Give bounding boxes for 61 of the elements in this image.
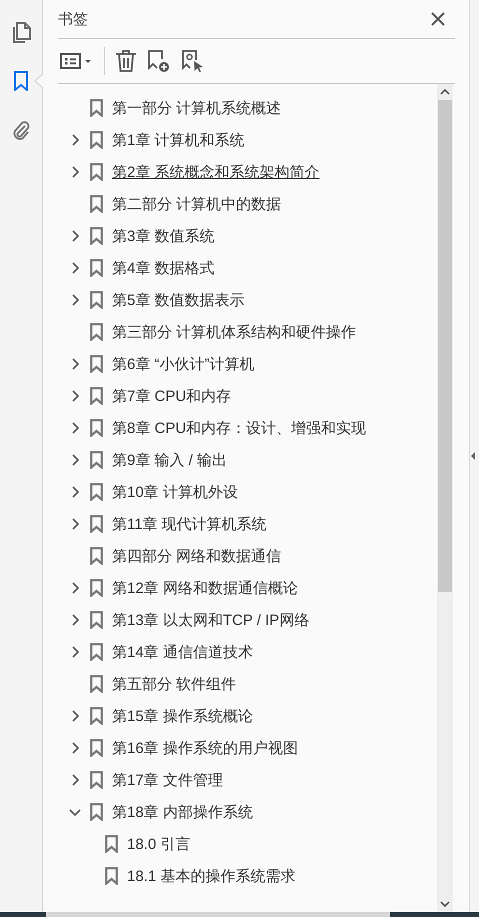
close-button[interactable] — [429, 10, 447, 28]
bookmark-icon — [90, 451, 103, 469]
pages-icon — [11, 22, 31, 44]
bookmark-icon — [90, 675, 103, 693]
bookmark-label[interactable]: 第7章 CPU和内存 — [112, 386, 232, 406]
bookmark-label[interactable]: 第6章 “小伙计”计算机 — [112, 354, 254, 374]
bookmark-icon — [90, 291, 103, 309]
bookmark-label[interactable]: 第10章 计算机外设 — [112, 482, 238, 502]
bookmark-icon — [90, 547, 103, 565]
bookmark-label[interactable]: 第11章 现代计算机系统 — [112, 514, 267, 534]
bookmark-icon — [90, 611, 103, 629]
bookmark-label[interactable]: 第五部分 软件组件 — [112, 674, 236, 694]
bookmark-icon — [90, 707, 103, 725]
bookmark-icon — [14, 71, 28, 91]
bookmark-icon — [90, 99, 103, 117]
bookmark-label[interactable]: 第17章 文件管理 — [112, 770, 223, 790]
bookmark-label[interactable]: 第9章 输入 / 输出 — [112, 450, 228, 470]
bookmark-icon — [90, 643, 103, 661]
delete-button[interactable] — [115, 48, 137, 74]
bookmark-label[interactable]: 第14章 通信信道技术 — [112, 642, 253, 662]
scroll-up-icon[interactable] — [440, 89, 450, 95]
bookmark-label[interactable]: 第1章 计算机和系统 — [112, 130, 245, 150]
bookmark-icon — [105, 867, 118, 885]
bookmark-icon — [90, 515, 103, 533]
bookmark-label[interactable]: 第二部分 计算机中的数据 — [112, 194, 282, 214]
bookmark-icon — [90, 323, 103, 341]
bookmark-label[interactable]: 第8章 CPU和内存：设计、增强和实现 — [112, 418, 366, 438]
bookmark-label[interactable]: 第13章 以太网和TCP / IP网络 — [112, 610, 310, 630]
bookmark-icon — [90, 771, 103, 789]
bookmark-icon — [90, 195, 103, 213]
bookmark-icon — [90, 355, 103, 373]
collapse-handle-icon[interactable] — [470, 452, 475, 460]
bookmark-label[interactable]: 第2章 系统概念和系统架构简介 — [112, 162, 320, 182]
bookmark-label[interactable]: 第16章 操作系统的用户视图 — [112, 738, 298, 758]
bookmark-label[interactable]: 第四部分 网络和数据通信 — [112, 546, 282, 566]
bookmark-label[interactable]: 第4章 数据格式 — [112, 258, 215, 278]
bookmark-icon — [90, 803, 103, 821]
bookmark-label[interactable]: 第3章 数值系统 — [112, 226, 215, 246]
bookmark-icon — [90, 483, 103, 501]
bookmark-icon — [90, 387, 103, 405]
bookmark-select-button[interactable] — [181, 48, 205, 74]
bookmark-icon — [90, 419, 103, 437]
bookmark-label[interactable]: 18.1 基本的操作系统需求 — [127, 866, 296, 886]
bookmark-label[interactable]: 18.0 引言 — [127, 834, 190, 854]
scrollbar[interactable] — [437, 84, 453, 912]
bookmark-icon — [90, 131, 103, 149]
bookmark-icon — [90, 579, 103, 597]
bookmark-icon — [90, 259, 103, 277]
bookmark-label[interactable]: 第12章 网络和数据通信概论 — [112, 578, 298, 598]
bookmark-label[interactable]: 第18章 内部操作系统 — [112, 802, 253, 822]
bookmark-label[interactable]: 第5章 数值数据表示 — [112, 290, 245, 310]
bookmark-icon — [105, 835, 118, 853]
bookmark-icon — [90, 163, 103, 181]
bookmark-label[interactable]: 第一部分 计算机系统概述 — [112, 98, 282, 118]
bookmark-label[interactable]: 第三部分 计算机体系结构和硬件操作 — [112, 322, 356, 342]
panel-title: 书签 — [58, 10, 88, 28]
scroll-down-icon[interactable] — [440, 901, 450, 907]
add-bookmark-button[interactable] — [147, 48, 171, 74]
bookmark-label[interactable]: 第15章 操作系统概论 — [112, 706, 253, 726]
bookmark-icon — [90, 739, 103, 757]
bookmark-icon — [90, 227, 103, 245]
